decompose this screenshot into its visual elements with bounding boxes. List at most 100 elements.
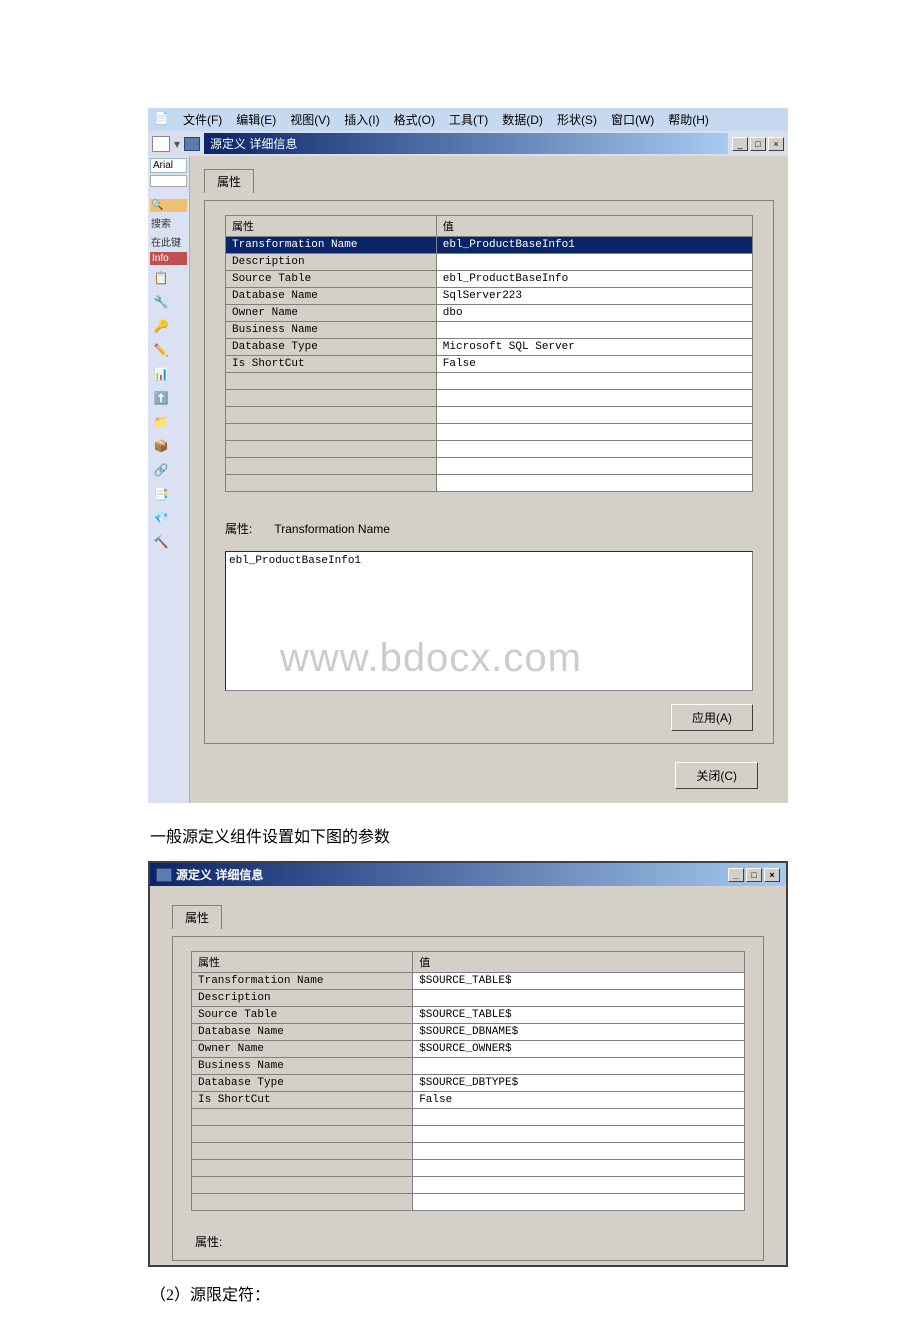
menu-edit[interactable]: 编辑(E) bbox=[236, 111, 276, 128]
menu-insert[interactable]: 插入(I) bbox=[344, 111, 379, 128]
search-icon[interactable]: 🔍 bbox=[150, 199, 187, 212]
header-attr-2: 属性 bbox=[192, 952, 413, 973]
table-row[interactable]: Transformation Name$SOURCE_TABLE$ bbox=[192, 973, 745, 990]
val-cell[interactable] bbox=[413, 1058, 745, 1075]
attr-cell: Is ShortCut bbox=[226, 356, 437, 373]
dialog-body-2: 属性 属性 值 Transformation Name$SOURCE_TABLE… bbox=[150, 886, 786, 1265]
menu-format[interactable]: 格式(O) bbox=[394, 111, 435, 128]
val-cell[interactable]: $SOURCE_DBTYPE$ bbox=[413, 1075, 745, 1092]
table-row[interactable]: Source Table$SOURCE_TABLE$ bbox=[192, 1007, 745, 1024]
attr-cell: Source Table bbox=[192, 1007, 413, 1024]
val-cell[interactable] bbox=[436, 322, 752, 339]
attr-cell: Business Name bbox=[192, 1058, 413, 1075]
side-icon-3[interactable]: 🔑 bbox=[150, 315, 172, 337]
val-cell[interactable]: Microsoft SQL Server bbox=[436, 339, 752, 356]
info-label[interactable]: Info bbox=[150, 252, 187, 265]
val-cell[interactable]: $SOURCE_TABLE$ bbox=[413, 973, 745, 990]
side-icon-4[interactable]: ✏️ bbox=[150, 339, 172, 361]
side-icon-10[interactable]: 📑 bbox=[150, 483, 172, 505]
val-cell[interactable]: $SOURCE_DBNAME$ bbox=[413, 1024, 745, 1041]
attr-cell: Description bbox=[192, 990, 413, 1007]
application-window-2: 源定义 详细信息 _ □ × 属性 属性 值 bbox=[148, 861, 788, 1267]
menu-data[interactable]: 数据(D) bbox=[502, 111, 543, 128]
property-label-2: 属性: bbox=[191, 1233, 745, 1250]
table-row-empty bbox=[226, 441, 753, 458]
menu-window[interactable]: 窗口(W) bbox=[611, 111, 654, 128]
menubar: 📄 文件(F) 编辑(E) 视图(V) 插入(I) 格式(O) 工具(T) 数据… bbox=[148, 108, 788, 131]
table-row-empty bbox=[226, 407, 753, 424]
properties-table-1: 属性 值 Transformation Nameebl_ProductBaseI… bbox=[225, 215, 753, 492]
close-button-dialog1[interactable]: 关闭(C) bbox=[675, 762, 758, 789]
table-row[interactable]: Is ShortCutFalse bbox=[226, 356, 753, 373]
table-row[interactable]: Database Type$SOURCE_DBTYPE$ bbox=[192, 1075, 745, 1092]
val-cell[interactable]: $SOURCE_TABLE$ bbox=[413, 1007, 745, 1024]
side-icon-7[interactable]: 📁 bbox=[150, 411, 172, 433]
menu-shape[interactable]: 形状(S) bbox=[557, 111, 597, 128]
attr-cell: Database Name bbox=[192, 1024, 413, 1041]
menu-tools[interactable]: 工具(T) bbox=[449, 111, 488, 128]
val-cell[interactable]: ebl_ProductBaseInfo1 bbox=[436, 237, 752, 254]
table-row-empty bbox=[226, 390, 753, 407]
table-row[interactable]: Owner Name$SOURCE_OWNER$ bbox=[192, 1041, 745, 1058]
menu-file[interactable]: 文件(F) bbox=[183, 111, 222, 128]
property-label: 属性: bbox=[225, 520, 252, 537]
tab-panel-2: 属性 值 Transformation Name$SOURCE_TABLE$De… bbox=[172, 936, 764, 1261]
dialog-titlebar-2: 源定义 详细信息 _ □ × bbox=[150, 863, 786, 886]
table-row[interactable]: Source Tableebl_ProductBaseInfo bbox=[226, 271, 753, 288]
properties-table-2: 属性 值 Transformation Name$SOURCE_TABLE$De… bbox=[191, 951, 745, 1211]
side-icon-1[interactable]: 📋 bbox=[150, 267, 172, 289]
dialog-icon bbox=[156, 868, 172, 882]
val-cell[interactable]: SqlServer223 bbox=[436, 288, 752, 305]
table-row[interactable]: Database NameSqlServer223 bbox=[226, 288, 753, 305]
minimize-button[interactable]: _ bbox=[732, 137, 748, 151]
close-button-2[interactable]: × bbox=[764, 868, 780, 882]
side-icon-9[interactable]: 🔗 bbox=[150, 459, 172, 481]
side-icon-5[interactable]: 📊 bbox=[150, 363, 172, 385]
header-val-2: 值 bbox=[413, 952, 745, 973]
maximize-button[interactable]: □ bbox=[750, 137, 766, 151]
val-cell[interactable]: $SOURCE_OWNER$ bbox=[413, 1041, 745, 1058]
menu-help[interactable]: 帮助(H) bbox=[668, 111, 709, 128]
side-icon-12[interactable]: 🔨 bbox=[150, 531, 172, 553]
new-icon[interactable] bbox=[152, 136, 170, 152]
property-edit-input[interactable] bbox=[225, 551, 753, 691]
table-row-empty bbox=[226, 475, 753, 492]
maximize-button-2[interactable]: □ bbox=[746, 868, 762, 882]
table-row[interactable]: Owner Namedbo bbox=[226, 305, 753, 322]
window-buttons-toolbar: _ □ × bbox=[732, 137, 784, 151]
table-row-empty bbox=[192, 1160, 745, 1177]
table-row-empty bbox=[226, 424, 753, 441]
close-button[interactable]: × bbox=[768, 137, 784, 151]
apply-button[interactable]: 应用(A) bbox=[671, 704, 753, 731]
menu-view[interactable]: 视图(V) bbox=[290, 111, 330, 128]
table-row[interactable]: Business Name bbox=[192, 1058, 745, 1075]
table-row[interactable]: Description bbox=[226, 254, 753, 271]
side-icon-11[interactable]: 💎 bbox=[150, 507, 172, 529]
tab-properties-2[interactable]: 属性 bbox=[172, 905, 222, 929]
table-row[interactable]: Business Name bbox=[226, 322, 753, 339]
dialog-title-2: 源定义 详细信息 bbox=[176, 866, 263, 883]
val-cell[interactable]: False bbox=[413, 1092, 745, 1109]
font-selector[interactable]: Arial bbox=[150, 158, 187, 173]
val-cell[interactable]: dbo bbox=[436, 305, 752, 322]
attr-cell: Database Type bbox=[192, 1075, 413, 1092]
val-cell[interactable]: False bbox=[436, 356, 752, 373]
minimize-button-2[interactable]: _ bbox=[728, 868, 744, 882]
table-row[interactable]: Database TypeMicrosoft SQL Server bbox=[226, 339, 753, 356]
table-row[interactable]: Database Name$SOURCE_DBNAME$ bbox=[192, 1024, 745, 1041]
table-row[interactable]: Transformation Nameebl_ProductBaseInfo1 bbox=[226, 237, 753, 254]
tab-properties[interactable]: 属性 bbox=[204, 169, 254, 193]
side-icon-6[interactable]: ⬆️ bbox=[150, 387, 172, 409]
attr-cell: Owner Name bbox=[226, 305, 437, 322]
attr-cell: Source Table bbox=[226, 271, 437, 288]
val-cell[interactable] bbox=[436, 254, 752, 271]
val-cell[interactable] bbox=[413, 990, 745, 1007]
val-cell[interactable]: ebl_ProductBaseInfo bbox=[436, 271, 752, 288]
table-row-empty bbox=[192, 1109, 745, 1126]
side-icon-8[interactable]: 📦 bbox=[150, 435, 172, 457]
table-row[interactable]: Is ShortCutFalse bbox=[192, 1092, 745, 1109]
property-name: Transformation Name bbox=[274, 522, 390, 536]
table-row[interactable]: Description bbox=[192, 990, 745, 1007]
app-icon: 📄 bbox=[154, 111, 169, 128]
side-icon-2[interactable]: 🔧 bbox=[150, 291, 172, 313]
